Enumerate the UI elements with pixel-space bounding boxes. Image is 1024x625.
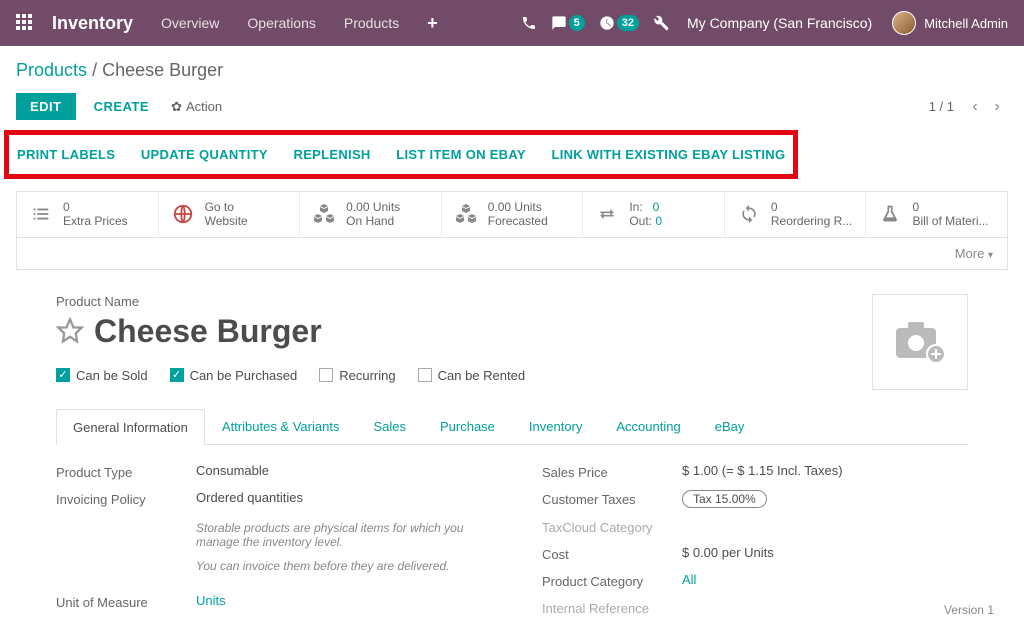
tab-purchase[interactable]: Purchase <box>423 408 512 444</box>
edit-button[interactable]: EDIT <box>16 93 76 120</box>
stat-forecast[interactable]: 0.00 UnitsForecasted <box>442 192 584 237</box>
control-panel: Products / Cheese Burger EDIT CREATE ✿ A… <box>0 46 1024 130</box>
form-viewport[interactable]: PRINT LABELS UPDATE QUANTITY REPLENISH L… <box>0 130 1024 625</box>
breadcrumb: Products / Cheese Burger <box>16 60 1008 81</box>
stat-more[interactable]: More ▾ <box>16 238 1008 270</box>
stat-buttons: 0Extra Prices Go toWebsite 0.00 UnitsOn … <box>16 191 1008 238</box>
version-label: Version 1 <box>944 603 994 617</box>
favorite-star-icon[interactable] <box>56 317 84 345</box>
nav-plus-icon[interactable]: + <box>427 13 438 34</box>
invoicing-policy-value: Ordered quantities <box>196 490 482 505</box>
stat-reorder[interactable]: 0Reordering R... <box>725 192 867 237</box>
exchange-icon <box>593 200 621 228</box>
taxcloud-label: TaxCloud Category <box>542 518 682 535</box>
nav-operations[interactable]: Operations <box>247 15 315 31</box>
list-icon <box>27 200 55 228</box>
statusbar-highlight: PRINT LABELS UPDATE QUANTITY REPLENISH L… <box>4 130 798 179</box>
user-menu[interactable]: Mitchell Admin <box>892 11 1008 35</box>
app-title[interactable]: Inventory <box>52 13 133 34</box>
category-value[interactable]: All <box>682 572 696 587</box>
globe-icon <box>169 200 197 228</box>
customer-taxes-label: Customer Taxes <box>542 490 682 507</box>
tab-accounting[interactable]: Accounting <box>599 408 697 444</box>
messages-badge: 5 <box>569 15 585 31</box>
refresh-icon <box>735 200 763 228</box>
sales-price-label: Sales Price <box>542 463 682 480</box>
navbar: Inventory Overview Operations Products +… <box>0 0 1024 46</box>
nav-overview[interactable]: Overview <box>161 15 219 31</box>
breadcrumb-current: Cheese Burger <box>102 60 223 80</box>
tab-ebay[interactable]: eBay <box>698 408 762 444</box>
uom-label: Unit of Measure <box>56 593 196 610</box>
can-be-purchased-checkbox[interactable]: Can be Purchased <box>170 368 298 383</box>
stat-inout[interactable]: In: 0 Out: 0 <box>583 192 725 237</box>
cost-label: Cost <box>542 545 682 562</box>
company-name[interactable]: My Company (San Francisco) <box>687 15 872 31</box>
help-text-1: Storable products are physical items for… <box>196 521 482 549</box>
gear-icon: ✿ <box>171 99 182 115</box>
activity-icon[interactable]: 32 <box>599 15 639 31</box>
pager-prev[interactable]: ‹ <box>964 96 986 118</box>
breadcrumb-parent[interactable]: Products <box>16 60 87 80</box>
recurring-checkbox[interactable]: Recurring <box>319 368 395 383</box>
product-name-label: Product Name <box>56 294 852 309</box>
tab-inventory[interactable]: Inventory <box>512 408 599 444</box>
cubes-icon <box>452 200 480 228</box>
debug-icon[interactable] <box>653 15 669 31</box>
flask-icon <box>876 200 904 228</box>
customer-tax-tag[interactable]: Tax 15.00% <box>682 490 767 508</box>
help-text-2: You can invoice them before they are del… <box>196 559 482 573</box>
cubes-icon <box>310 200 338 228</box>
tab-sales[interactable]: Sales <box>356 408 423 444</box>
pager-next[interactable]: › <box>986 96 1008 118</box>
nav-products[interactable]: Products <box>344 15 399 31</box>
can-be-rented-checkbox[interactable]: Can be Rented <box>418 368 525 383</box>
update-quantity-button[interactable]: UPDATE QUANTITY <box>141 141 268 168</box>
replenish-button[interactable]: REPLENISH <box>294 141 371 168</box>
tab-general[interactable]: General Information <box>56 409 205 445</box>
category-label: Product Category <box>542 572 682 589</box>
avatar <box>892 11 916 35</box>
product-type-value: Consumable <box>196 463 482 478</box>
invoicing-policy-label: Invoicing Policy <box>56 490 196 507</box>
product-title: Cheese Burger <box>94 313 322 350</box>
activity-badge: 32 <box>617 15 639 31</box>
print-labels-button[interactable]: PRINT LABELS <box>17 141 115 168</box>
apps-icon[interactable] <box>16 14 34 32</box>
user-name: Mitchell Admin <box>924 16 1008 31</box>
pager: 1 / 1 ‹ › <box>929 96 1008 118</box>
stat-onhand[interactable]: 0.00 UnitsOn Hand <box>300 192 442 237</box>
uom-value[interactable]: Units <box>196 593 226 608</box>
form-sheet: Product Name Cheese Burger Can be Sold C… <box>16 270 1008 625</box>
pager-text[interactable]: 1 / 1 <box>929 99 954 114</box>
tab-variants[interactable]: Attributes & Variants <box>205 408 357 444</box>
stat-extra-prices[interactable]: 0Extra Prices <box>17 192 159 237</box>
list-ebay-button[interactable]: LIST ITEM ON EBAY <box>396 141 526 168</box>
create-button[interactable]: CREATE <box>94 99 149 114</box>
can-be-sold-checkbox[interactable]: Can be Sold <box>56 368 148 383</box>
action-dropdown[interactable]: ✿ Action <box>171 99 222 115</box>
chevron-down-icon: ▾ <box>988 250 993 261</box>
phone-icon[interactable] <box>521 15 537 31</box>
sales-price-value: $ 1.00 (= $ 1.15 Incl. Taxes) <box>682 463 968 478</box>
product-type-label: Product Type <box>56 463 196 480</box>
internal-ref-label: Internal Reference <box>542 599 682 616</box>
cost-value: $ 0.00 per Units <box>682 545 968 560</box>
stat-website[interactable]: Go toWebsite <box>159 192 301 237</box>
messages-icon[interactable]: 5 <box>551 15 585 31</box>
product-image[interactable] <box>872 294 968 390</box>
link-ebay-button[interactable]: LINK WITH EXISTING EBAY LISTING <box>551 141 785 168</box>
stat-bom[interactable]: 0Bill of Materi... <box>866 192 1007 237</box>
tabs: General Information Attributes & Variant… <box>56 408 968 445</box>
